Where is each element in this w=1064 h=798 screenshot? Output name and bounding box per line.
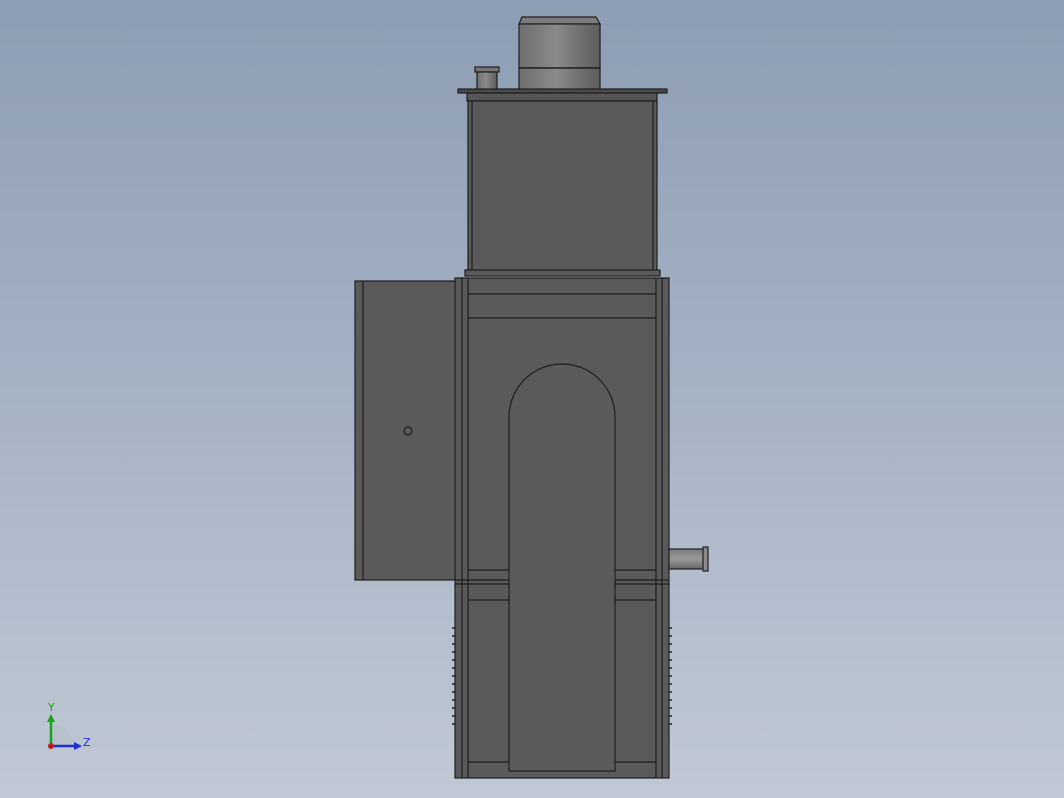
triad-y-label: Y (47, 701, 55, 714)
top-pipe (474, 66, 500, 91)
side-pipe (668, 546, 709, 572)
upper-housing (464, 100, 661, 277)
triad-quadrant (51, 724, 73, 746)
machine-model[interactable] (354, 16, 709, 779)
triad-z-label: Z (83, 736, 91, 749)
cad-viewport[interactable]: Y Z (0, 0, 1064, 798)
orientation-triad: Y Z (47, 701, 91, 750)
side-panel-box (354, 280, 457, 581)
triad-origin (48, 743, 54, 749)
motor-cylinder (518, 16, 602, 91)
arched-channel (508, 363, 616, 772)
